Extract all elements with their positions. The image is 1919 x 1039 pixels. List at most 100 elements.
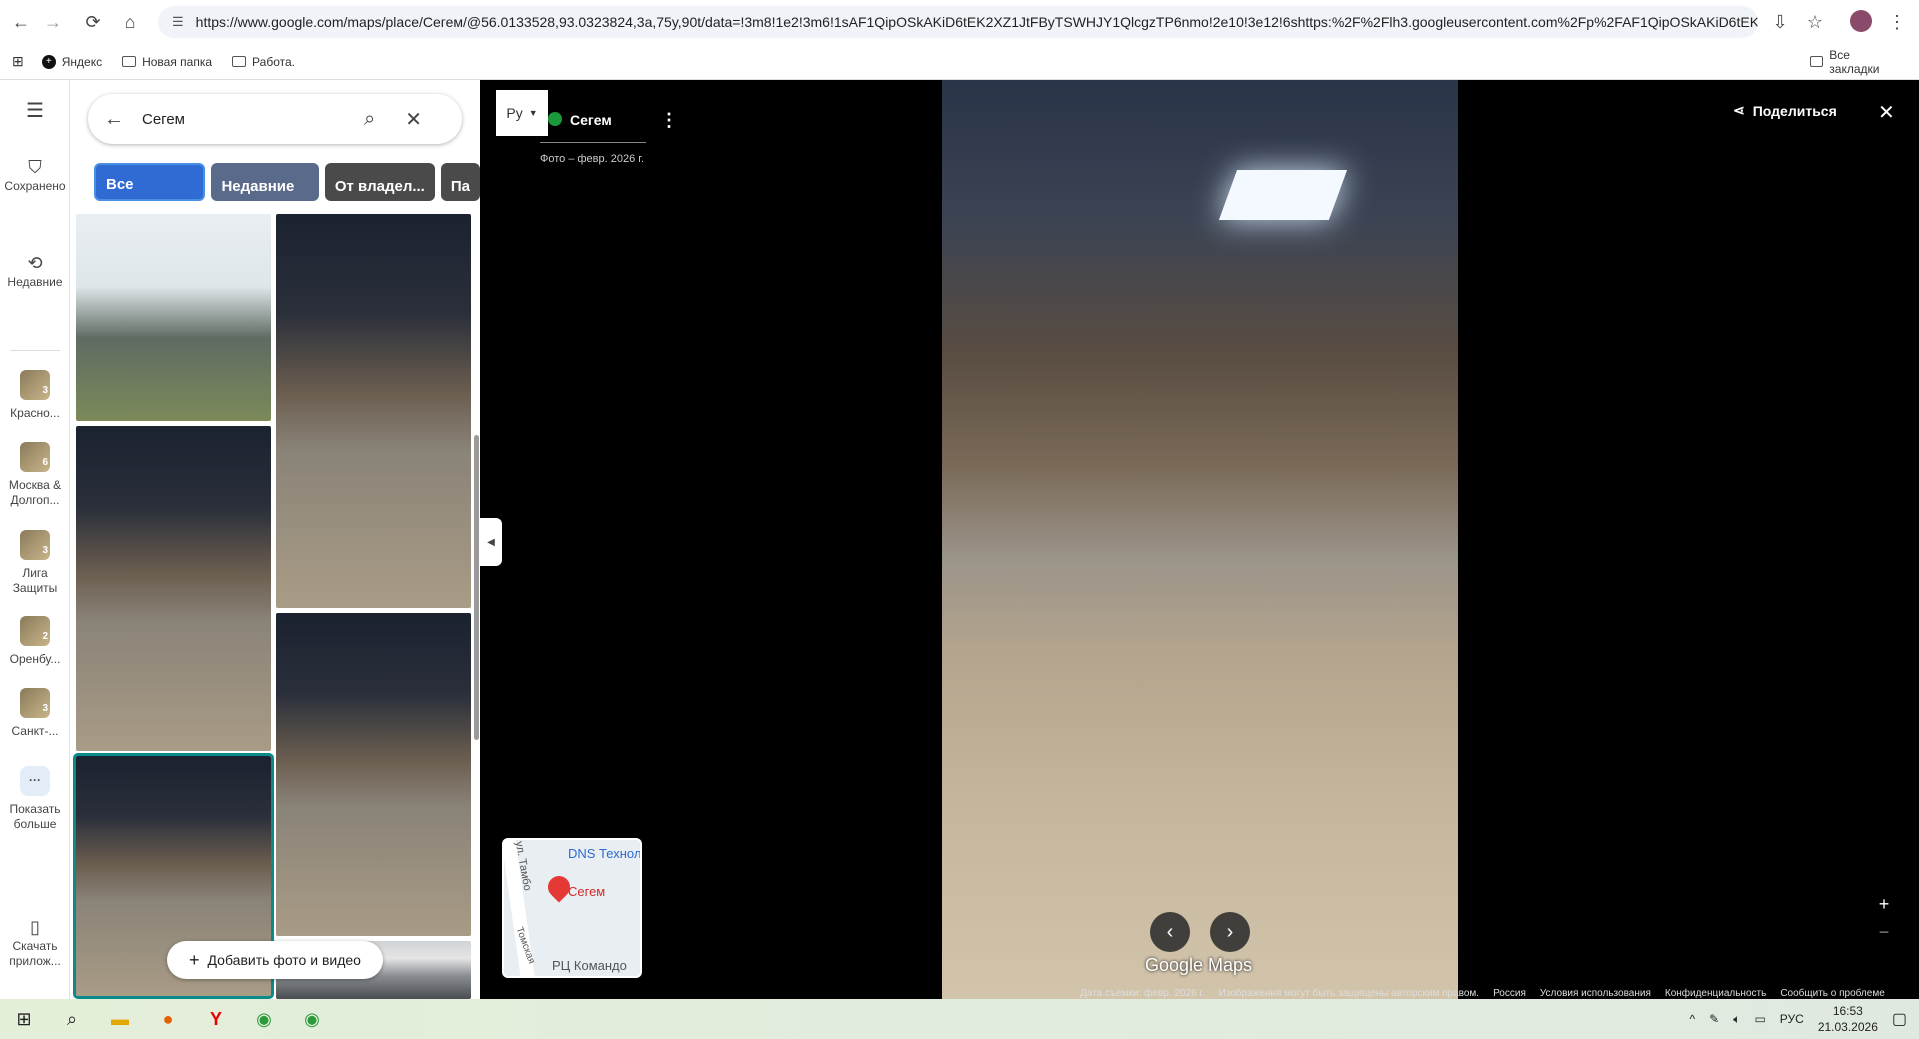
add-photo-button[interactable]: + Добавить фото и видео <box>167 941 383 979</box>
share-label: Поделиться <box>1752 102 1837 119</box>
next-photo-button[interactable]: › <box>1210 912 1250 952</box>
rail-recent-place[interactable]: 6 Москва & Долгоп... <box>0 442 70 508</box>
folder-icon <box>232 56 247 67</box>
divider <box>10 350 60 351</box>
show-more-button[interactable]: ··· Показать больше <box>0 766 70 832</box>
zoom-in-icon[interactable]: + <box>1874 890 1894 918</box>
photo-date: Фото – февр. 2026 г. <box>540 153 644 165</box>
search-icon[interactable]: ⌕ <box>48 999 96 1039</box>
search-icon[interactable]: ⌕ <box>364 108 375 131</box>
footer-link-terms[interactable]: Условия использования <box>1540 988 1651 999</box>
place-category-icon <box>548 112 562 126</box>
yandex-browser-icon[interactable]: Y <box>192 999 240 1039</box>
photo-thumbnail-hall[interactable] <box>276 613 471 936</box>
chrome-icon[interactable]: ◉ <box>240 999 288 1039</box>
rail-recent-place[interactable]: 3 Санкт-... <box>0 688 70 739</box>
plus-icon: + <box>41 54 56 69</box>
back-arrow-icon[interactable]: ← <box>104 108 124 131</box>
zoom-controls: + − <box>1874 890 1894 946</box>
footer-link-country[interactable]: Россия <box>1493 988 1526 999</box>
taskbar: ⊞ ⌕ ▬ ● Y ◉ ◉ ^ ✎ 🔈︎ ▭ РУС 16:53 21.03.2… <box>0 999 1919 1039</box>
scrollbar[interactable] <box>474 435 479 740</box>
add-photo-label: Добавить фото и видео <box>207 952 361 968</box>
language-select[interactable]: Ру ▼ <box>496 90 548 136</box>
browser-toolbar: ← → ⟳ ⌂ ☰ https://www.google.com/maps/pl… <box>0 0 1919 44</box>
avatar[interactable] <box>1850 10 1872 32</box>
place-thumbnail: 3 <box>20 370 50 400</box>
firefox-icon[interactable]: ● <box>144 999 192 1039</box>
home-icon[interactable]: ⌂ <box>115 7 145 37</box>
previous-photo-button[interactable]: ‹ <box>1150 912 1190 952</box>
chip-all[interactable]: Все <box>94 163 206 201</box>
notifications-icon[interactable]: ▢ <box>1892 1009 1907 1029</box>
rail-recent-place[interactable]: 2 Оренбу... <box>0 616 70 667</box>
download-label: Скачать прилож... <box>9 939 61 968</box>
input-language[interactable]: РУС <box>1780 1012 1804 1026</box>
close-viewer-icon[interactable]: ✕ <box>1878 100 1895 125</box>
place-label: Лига Защиты <box>12 566 58 595</box>
collapse-panel-button[interactable]: ◀ <box>480 518 502 566</box>
poi-label: DNS Технол <box>568 846 642 861</box>
main-photo[interactable] <box>942 80 1458 999</box>
footer-link-privacy[interactable]: Конфиденциальность <box>1665 988 1766 999</box>
saved-button[interactable]: ⛉ Сохранено <box>0 157 70 194</box>
count-badge: 6 <box>42 457 48 468</box>
recent-label: Недавние <box>7 275 63 289</box>
url-text: https://www.google.com/maps/place/Сегем/… <box>195 14 1758 30</box>
minimap[interactable]: DNS Технол Сегем РЦ Командо ул. Тамбо То… <box>502 838 642 978</box>
place-name[interactable]: Сегем <box>570 112 612 128</box>
bookmark-new-folder[interactable]: Новая папка <box>122 55 212 69</box>
bookmark-label: Новая папка <box>142 54 213 69</box>
chip-owner[interactable]: От владел... <box>324 163 435 201</box>
search-input[interactable] <box>142 110 342 128</box>
menu-dots-icon[interactable]: ⋮ <box>1882 7 1912 37</box>
volume-icon[interactable]: 🔈︎ <box>1733 1012 1740 1027</box>
windows-start-icon[interactable]: ⊞ <box>0 999 48 1039</box>
viewer-footer: Дата съемки: февр. 2026 г. Изображения м… <box>1080 988 1885 999</box>
chevron-up-icon[interactable]: ^ <box>1690 1012 1696 1026</box>
photo-thumbnail-exterior[interactable] <box>76 214 271 421</box>
network-icon[interactable]: ▭ <box>1754 1012 1765 1026</box>
more-options-icon[interactable]: ⋮ <box>660 110 678 131</box>
share-button[interactable]: ⋖ Поделиться <box>1733 102 1837 119</box>
rail-recent-place[interactable]: 3 Лига Защиты <box>0 530 70 596</box>
rail-recent-place[interactable]: 3 Красно... <box>0 370 70 421</box>
hamburger-menu-icon[interactable]: ☰ <box>0 101 70 121</box>
star-icon[interactable]: ☆ <box>1800 7 1830 37</box>
chrome-icon[interactable]: ◉ <box>288 999 336 1039</box>
address-bar[interactable]: ☰ https://www.google.com/maps/place/Сеге… <box>158 6 1758 38</box>
photo-thumbnail-hall[interactable] <box>276 214 471 608</box>
zoom-out-icon[interactable]: − <box>1874 918 1894 946</box>
place-thumbnail: 3 <box>20 530 50 560</box>
install-icon[interactable]: ⇩ <box>1765 7 1795 37</box>
clock[interactable]: 16:53 21.03.2026 <box>1818 1003 1878 1035</box>
bookmark-label: Яндекс <box>61 54 103 69</box>
chevron-left-icon: ◀ <box>487 536 495 548</box>
close-icon[interactable]: ✕ <box>405 107 422 132</box>
language-label: Ру <box>506 105 523 121</box>
count-badge: 3 <box>42 545 48 556</box>
forward-icon[interactable]: → <box>38 7 68 37</box>
file-explorer-icon[interactable]: ▬ <box>96 999 144 1039</box>
bookmark-work[interactable]: Работа. <box>232 55 295 69</box>
chip-recent[interactable]: Недавние <box>211 163 319 201</box>
chevron-left-icon: ‹ <box>1166 920 1174 943</box>
filter-chips: Все Недавние От владел... Па <box>94 163 480 203</box>
download-app-button[interactable]: ▯ Скачать прилож... <box>0 918 70 969</box>
divider <box>540 142 646 143</box>
all-bookmarks[interactable]: Все закладки <box>1810 48 1899 76</box>
bookmark-yandex[interactable]: + Яндекс <box>41 54 103 69</box>
recent-button[interactable]: ⟲ Недавние <box>0 254 70 290</box>
reload-icon[interactable]: ⟳ <box>78 7 108 37</box>
bookmark-icon: ⛉ <box>28 157 42 177</box>
apps-grid-icon[interactable]: ⊞ <box>12 53 24 70</box>
footer-link-report[interactable]: Сообщить о проблеме <box>1780 988 1884 999</box>
back-icon[interactable]: ← <box>6 7 36 37</box>
photo-thumbnail-hall[interactable] <box>76 426 271 751</box>
plus-icon: + <box>189 949 200 970</box>
chip-more[interactable]: Па <box>440 163 480 201</box>
bookmark-label: Работа. <box>252 54 295 69</box>
pen-icon[interactable]: ✎ <box>1709 1012 1719 1026</box>
site-settings-icon[interactable]: ☰ <box>172 14 184 30</box>
clock-time: 16:53 <box>1832 1004 1863 1018</box>
